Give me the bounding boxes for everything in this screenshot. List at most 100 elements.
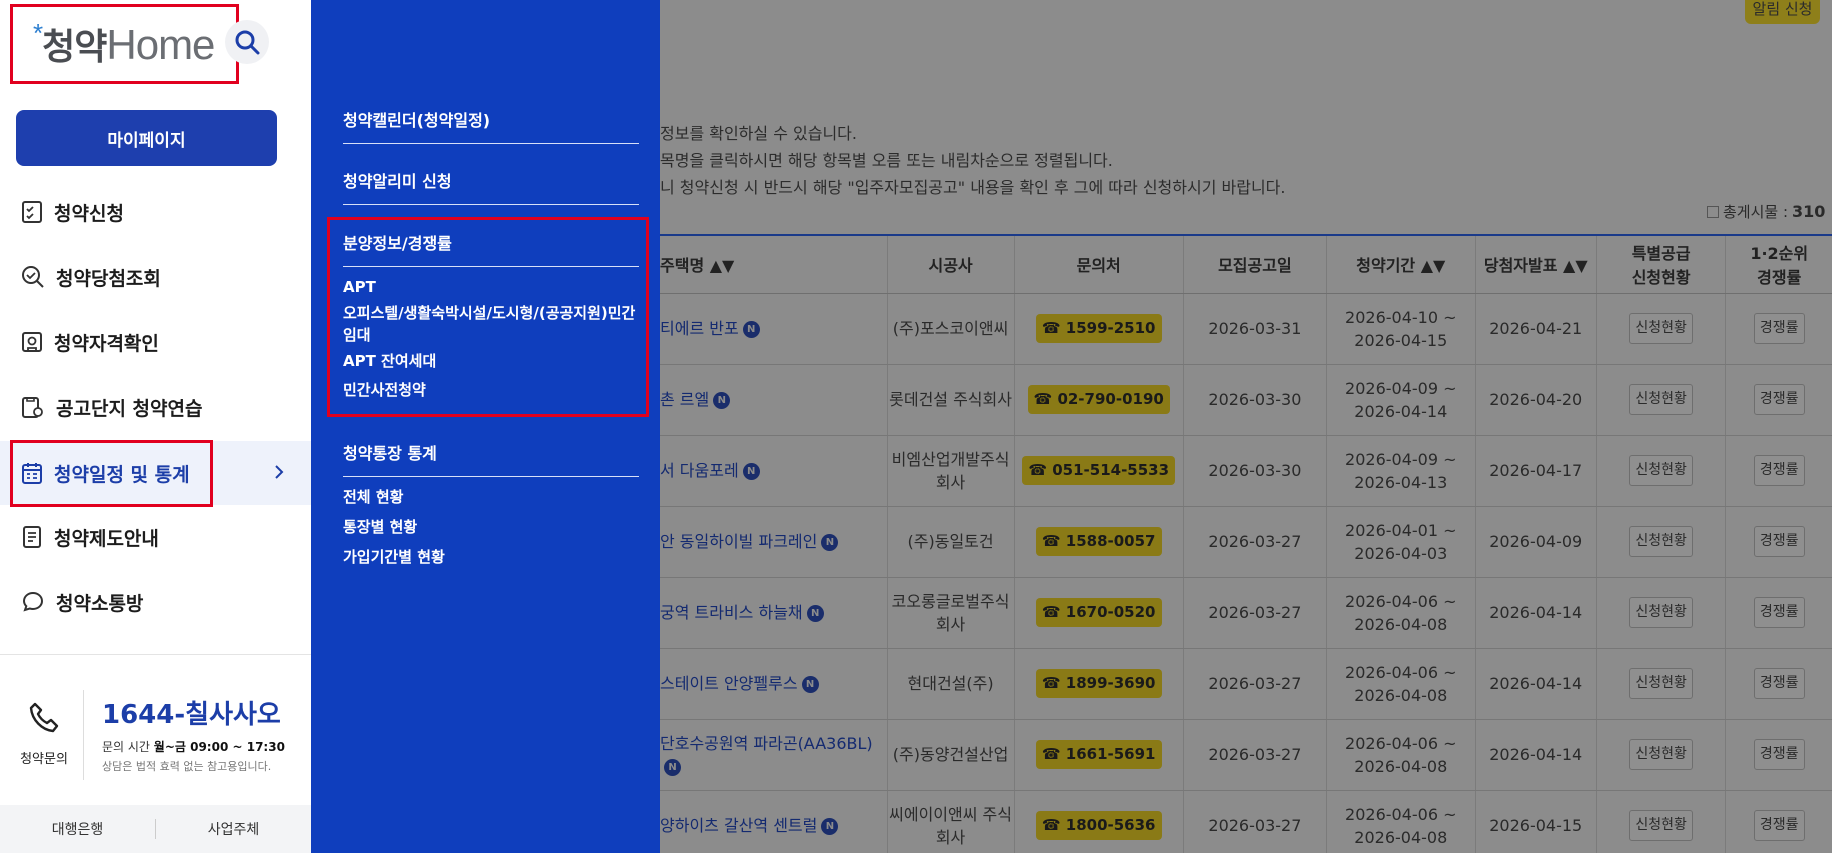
alert-signup-button[interactable]: 알림 신청 xyxy=(1745,0,1820,24)
table-header[interactable]: 청약기간 ▲▼ xyxy=(1325,234,1476,294)
menu-item-system-guide[interactable]: 청약제도안내 xyxy=(0,505,311,569)
row-name-cell[interactable]: 스테이트 안양펠루스 N xyxy=(660,648,888,720)
competition-cell: 경쟁률 xyxy=(1725,719,1832,791)
announcement-table: 주택명 ▲▼ 시공사 문의처 모집공고일 청약기간 ▲▼ 당첨자발표 ▲▼ 특별공급 신청현… xyxy=(660,234,1832,853)
application-status-button[interactable]: 신청현황 xyxy=(1629,526,1693,557)
competition-cell: 경쟁률 xyxy=(1725,648,1832,720)
application-status-button[interactable]: 신청현황 xyxy=(1629,313,1693,344)
special-supply-cell: 신청현황 xyxy=(1595,577,1726,649)
table-header[interactable]: 당첨자발표 ▲▼ xyxy=(1474,234,1597,294)
table-row: 촌 르엘 N 롯데건설 주식회사 ☎ 02-790-0190 2026-03-30 202… xyxy=(660,364,1832,436)
notice-line: 정보를 확인하실 수 있습니다. xyxy=(660,124,857,143)
table-header[interactable]: 주택명 ▲▼ xyxy=(660,234,888,294)
submenu-title-account-stats[interactable]: 청약통장 통계 xyxy=(343,440,639,477)
phone-chip[interactable]: ☎ 1661-5691 xyxy=(1035,740,1162,769)
new-badge-icon: N xyxy=(664,758,681,776)
submenu-title-calendar[interactable]: 청약캘린더(청약일정) xyxy=(343,107,639,144)
competition-cell: 경쟁률 xyxy=(1725,506,1832,578)
phone-chip[interactable]: ☎ 1670-0520 xyxy=(1035,598,1162,627)
application-status-button[interactable]: 신청현황 xyxy=(1629,739,1693,770)
chevron-right-icon xyxy=(275,465,284,479)
menu-item-community[interactable]: 청약소통방 xyxy=(0,570,311,634)
menu-highlight-frame xyxy=(10,440,213,507)
phone-chip[interactable]: ☎ 1599-2510 xyxy=(1035,314,1162,343)
submenu-item-by-period[interactable]: 가입기간별 현황 xyxy=(343,546,639,568)
id-check-icon xyxy=(22,332,42,352)
phone-chip[interactable]: ☎ 1899-3690 xyxy=(1035,669,1162,698)
phone-cell: ☎ 1800-5636 xyxy=(1013,790,1184,853)
competition-rate-button[interactable]: 경쟁률 xyxy=(1753,313,1805,344)
submenu-item-all-status[interactable]: 전체 현황 xyxy=(343,486,639,508)
application-status-button[interactable]: 신청현황 xyxy=(1629,668,1693,699)
notice-date-cell: 2026-03-27 xyxy=(1182,577,1327,649)
new-badge-icon: N xyxy=(821,534,839,551)
competition-cell: 경쟁률 xyxy=(1725,364,1832,436)
row-name-cell[interactable]: 단호수공원역 파라곤(AA36BL)N xyxy=(660,719,888,791)
search-button[interactable] xyxy=(225,20,269,64)
link-agency-bank[interactable]: 대행은행 xyxy=(0,819,155,839)
row-name-cell[interactable]: 촌 르엘 N xyxy=(660,364,888,436)
row-name-cell[interactable]: 서 다움포레 N xyxy=(660,435,888,507)
call-center-link[interactable]: 청약문의 xyxy=(14,700,74,767)
checklist-icon xyxy=(22,201,42,223)
table-header: 특별공급 신청현황 xyxy=(1595,234,1726,294)
application-status-button[interactable]: 신청현황 xyxy=(1629,455,1693,486)
logo[interactable]: *청약Home xyxy=(33,18,215,70)
call-note: 상담은 법적 효력 없는 참고용입니다. xyxy=(102,760,272,773)
row-name-cell[interactable]: 안 동일하이빌 파크레인 N xyxy=(660,506,888,578)
period-cell: 2026-04-10 ~ 2026-04-15 xyxy=(1325,293,1476,365)
builder-cell: (주)포스코이앤씨 xyxy=(886,293,1014,365)
submenu-item-by-account[interactable]: 통장별 현황 xyxy=(343,516,639,538)
link-business-entity[interactable]: 사업주체 xyxy=(156,819,311,839)
application-status-button[interactable]: 신청현황 xyxy=(1629,384,1693,415)
competition-rate-button[interactable]: 경쟁률 xyxy=(1753,455,1805,486)
competition-rate-button[interactable]: 경쟁률 xyxy=(1753,739,1805,770)
competition-rate-button[interactable]: 경쟁률 xyxy=(1753,526,1805,557)
notice-date-cell: 2026-03-27 xyxy=(1182,719,1327,791)
application-status-button[interactable]: 신청현황 xyxy=(1629,810,1693,841)
menu-item-eligibility[interactable]: 청약자격확인 xyxy=(0,310,311,374)
phone-cell: ☎ 1661-5691 xyxy=(1013,719,1184,791)
notice-line: 니 청약신청 시 반드시 해당 "입주자모집공고" 내용을 확인 후 그에 따라… xyxy=(660,178,1286,197)
submenu-section: 청약캘린더(청약일정) xyxy=(343,107,639,144)
table-row: 궁역 트라비스 하늘채 N 코오롱글로벌주식회사 ☎ 1670-0520 2026-03… xyxy=(660,577,1832,649)
phone-icon xyxy=(29,702,59,733)
notice-date-cell: 2026-03-30 xyxy=(1182,364,1327,436)
call-center: 청약문의 1644-칠사사오 문의 시간 월~금 09:00 ~ 17:30 상… xyxy=(0,670,311,800)
submenu-title-alert[interactable]: 청약알리미 신청 xyxy=(343,168,639,205)
special-supply-cell: 신청현황 xyxy=(1595,364,1726,436)
special-supply-cell: 신청현황 xyxy=(1595,435,1726,507)
period-cell: 2026-04-06 ~ 2026-04-08 xyxy=(1325,648,1476,720)
side-drawer: *청약Home 마이페이지 청약신청 청약당첨조회 청약자격확인 공고단지 청약… xyxy=(0,0,311,853)
mypage-button[interactable]: 마이페이지 xyxy=(16,110,277,166)
phone-cell: ☎ 1899-3690 xyxy=(1013,648,1184,720)
competition-rate-button[interactable]: 경쟁률 xyxy=(1753,668,1805,699)
phone-chip[interactable]: ☎ 1588-0057 xyxy=(1035,527,1162,556)
competition-rate-button[interactable]: 경쟁률 xyxy=(1753,384,1805,415)
row-name-cell[interactable]: 티에르 반포 N xyxy=(660,293,888,365)
phone-cell: ☎ 1670-0520 xyxy=(1013,577,1184,649)
phone-chip[interactable]: ☎ 02-790-0190 xyxy=(1027,385,1170,414)
phone-chip[interactable]: ☎ 051-514-5533 xyxy=(1022,456,1176,485)
bottom-links: 대행은행 사업주체 xyxy=(0,805,311,853)
competition-rate-button[interactable]: 경쟁률 xyxy=(1753,810,1805,841)
menu-item-apply[interactable]: 청약신청 xyxy=(0,180,311,244)
row-name-cell[interactable]: 궁역 트라비스 하늘채 N xyxy=(660,577,888,649)
competition-rate-button[interactable]: 경쟁률 xyxy=(1753,597,1805,628)
checkbox-icon[interactable] xyxy=(1707,205,1719,218)
winner-date-cell: 2026-04-14 xyxy=(1474,719,1597,791)
phone-cell: ☎ 1588-0057 xyxy=(1013,506,1184,578)
table-row: 스테이트 안양펠루스 N 현대건설(주) ☎ 1899-3690 2026-03-27 2… xyxy=(660,648,1832,720)
winner-date-cell: 2026-04-21 xyxy=(1474,293,1597,365)
application-status-button[interactable]: 신청현황 xyxy=(1629,597,1693,628)
phone-cell: ☎ 051-514-5533 xyxy=(1013,435,1184,507)
row-name-cell[interactable]: 양하이츠 갈산역 센트럴 N xyxy=(660,790,888,853)
menu-item-practice[interactable]: 공고단지 청약연습 xyxy=(0,375,311,439)
phone-chip[interactable]: ☎ 1800-5636 xyxy=(1035,811,1162,840)
new-badge-icon: N xyxy=(821,818,839,835)
call-hours: 문의 시간 월~금 09:00 ~ 17:30 xyxy=(102,740,285,754)
table-row: 단호수공원역 파라곤(AA36BL)N (주)동양건설산업 ☎ 1661-5691 2… xyxy=(660,719,1832,791)
notice-date-cell: 2026-03-30 xyxy=(1182,435,1327,507)
submenu-highlight-frame xyxy=(327,217,649,417)
menu-item-win-check[interactable]: 청약당첨조회 xyxy=(0,245,311,309)
